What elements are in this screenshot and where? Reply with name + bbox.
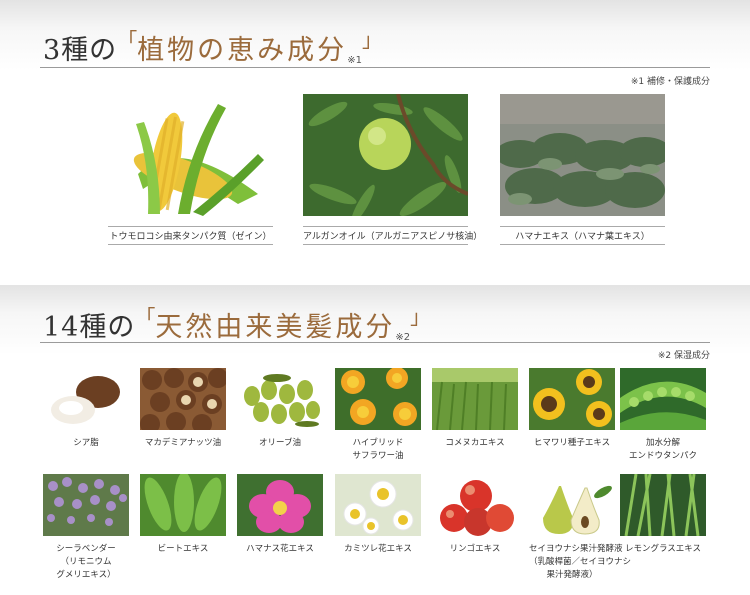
section1-heading: 3種の「植物の恵み成分※1 」 [43, 24, 382, 67]
ingredient-caption: アルガンオイル（アルガニアスピノサ核油） [303, 226, 482, 245]
sunflower-photo [529, 368, 615, 430]
ingredient-card-lemongrass: レモングラスエキス [620, 474, 706, 556]
section1-ref: ※1 [347, 55, 362, 66]
ingredient-caption: ハイブリッド サフラワー油 [352, 438, 404, 461]
ingredient-caption: セイヨウナシ果汁発酵液 （乳酸桿菌／セイヨウナシ 果汁発酵液） [529, 544, 632, 580]
rugosa-rose-photo [237, 474, 323, 536]
pear-photo [529, 474, 615, 536]
section2-count: 14種の [43, 312, 136, 343]
ingredient-caption: リンゴエキス [449, 544, 501, 554]
section1-footnote: ※1 補修・保護成分 [630, 77, 710, 87]
pea-photo [620, 368, 706, 430]
ingredient-card-sunflower: ヒマワリ種子エキス [529, 368, 615, 450]
section2-divider [40, 342, 710, 343]
ingredient-caption: シア脂 [73, 438, 99, 448]
ingredient-caption: オリーブ油 [259, 438, 301, 448]
ingredient-card-chamomile: カミツレ花エキス [335, 474, 421, 556]
apple-photo [432, 474, 518, 536]
ingredient-card-pea: 加水分解 エンドウタンパク [620, 368, 706, 463]
section1-close-quote: 」 [361, 28, 382, 52]
ingredient-caption: シーラベンダー （リモニウム グメリエキス） [56, 544, 116, 580]
section1-divider [40, 67, 710, 68]
ingredient-caption: ハマナエキス（ハマナ葉エキス） [500, 226, 665, 245]
ingredient-caption: カミツレ花エキス [344, 544, 412, 554]
beet-photo [140, 474, 226, 536]
ingredient-caption: ヒマワリ種子エキス [533, 438, 611, 448]
ingredient-caption: トウモロコシ由来タンパク質（ゼイン） [108, 226, 273, 245]
section2-heading: 14種の「天然由来美髪成分※2」 [43, 301, 430, 344]
section2-title: 天然由来美髪成分 [155, 312, 396, 343]
ingredient-card-hamana: ハマナエキス（ハマナ葉エキス） [500, 94, 665, 245]
ingredient-card-beet: ビートエキス [140, 474, 226, 556]
shea-photo [43, 368, 129, 430]
ingredient-caption: 加水分解 エンドウタンパク [628, 438, 697, 461]
safflower-photo [335, 368, 421, 430]
ingredient-card-macadamia: マカデミアナッツ油 [140, 368, 226, 450]
ingredient-card-shea: シア脂 [43, 368, 129, 450]
section1-open-quote: 「 [117, 28, 138, 52]
ingredient-card-argan: アルガンオイル（アルガニアスピノサ核油） [303, 94, 482, 245]
section2-footnote: ※2 保湿成分 [657, 351, 710, 361]
ingredient-card-corn: トウモロコシ由来タンパク質（ゼイン） [108, 94, 273, 245]
ingredient-caption: コメヌカエキス [445, 438, 505, 448]
ingredient-caption: ハマナス花エキス [246, 544, 314, 554]
argan-photo [303, 94, 468, 216]
lemongrass-photo [620, 474, 706, 536]
rice-bran-photo [432, 368, 518, 430]
section2-open-quote: 「 [135, 305, 156, 329]
ingredient-card-apple: リンゴエキス [432, 474, 518, 556]
chamomile-photo [335, 474, 421, 536]
olive-photo [237, 368, 323, 430]
ingredient-card-rice-bran: コメヌカエキス [432, 368, 518, 450]
sea-lavender-photo [43, 474, 129, 536]
corn-photo [108, 94, 273, 216]
ingredient-card-pear: セイヨウナシ果汁発酵液 （乳酸桿菌／セイヨウナシ 果汁発酵液） [529, 474, 632, 582]
section1-count: 3種の [43, 35, 118, 66]
hamana-photo [500, 94, 665, 216]
ingredient-caption: レモングラスエキス [624, 544, 702, 554]
ingredient-caption: ビートエキス [157, 544, 209, 554]
section2-close-quote: 」 [410, 305, 431, 329]
ingredient-card-safflower: ハイブリッド サフラワー油 [335, 368, 421, 463]
macadamia-photo [140, 368, 226, 430]
ingredient-caption: マカデミアナッツ油 [144, 438, 222, 448]
ingredient-card-rugosa-rose: ハマナス花エキス [237, 474, 323, 556]
section1-title: 植物の恵み成分 [137, 35, 348, 66]
ingredient-card-olive: オリーブ油 [237, 368, 323, 450]
ingredient-card-sea-lavender: シーラベンダー （リモニウム グメリエキス） [43, 474, 129, 582]
